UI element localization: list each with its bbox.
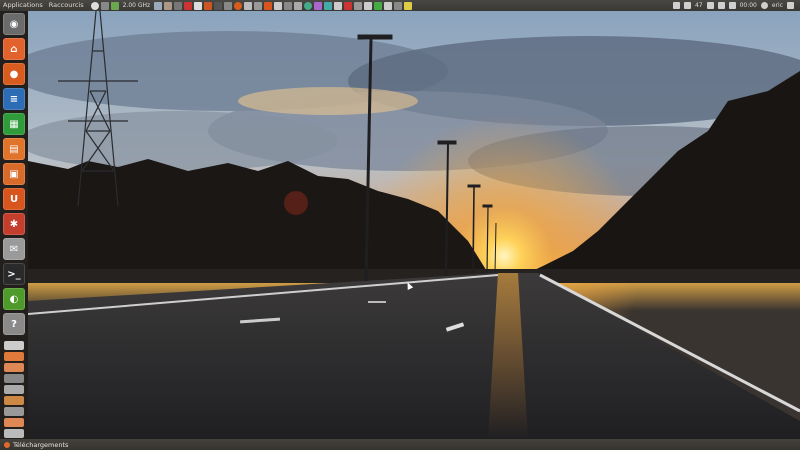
app-icon-16[interactable] [364,1,373,10]
mail-icon[interactable]: ✉ [3,238,25,260]
ubuntu-one-tray-icon[interactable] [264,1,273,10]
firefox-tray-icon[interactable] [234,1,243,10]
app-icon-13[interactable] [334,1,343,10]
chrome-icon[interactable] [304,1,313,10]
network-icon[interactable] [672,2,680,9]
software-center-icon[interactable]: ▣ [3,163,25,185]
stacked-icon[interactable] [4,396,24,405]
weather-icon[interactable] [154,1,163,10]
app-icon-10[interactable] [294,1,303,10]
shortcuts-menu[interactable]: Raccourcis [46,0,87,11]
volume-level: 47 [694,2,703,9]
app-icon-8[interactable] [274,1,283,10]
app-icon-20[interactable] [404,1,413,10]
settings-icon[interactable]: ✱ [3,213,25,235]
cpu-frequency: 2.00 GHz [122,2,151,9]
panel-tray: 2.00 GHz [90,0,413,11]
app-icon-6[interactable] [244,1,253,10]
home-folder-icon[interactable]: ⌂ [3,38,25,60]
app-icon-5[interactable] [224,1,233,10]
app-icon-14[interactable] [344,1,353,10]
files-icon[interactable] [164,1,173,10]
firefox-icon[interactable]: ● [3,63,25,85]
app-icon-4[interactable] [214,1,223,10]
power-icon[interactable] [90,1,99,10]
session-icon[interactable] [787,2,794,9]
impress-icon[interactable]: ▤ [3,138,25,160]
stacked-icon[interactable] [4,407,24,416]
stacked-icon[interactable] [4,352,24,361]
app-icon-15[interactable] [354,1,363,10]
status-area: 47 00:00 eric [672,0,800,11]
applications-menu[interactable]: Applications [0,0,46,11]
stacked-icon[interactable] [4,418,24,427]
stacked-icon[interactable] [4,363,24,372]
trash-icon[interactable] [4,429,24,438]
clock[interactable]: 00:00 [740,0,757,11]
top-panel: Applications Raccourcis 2.00 GHz 47 00:0… [0,0,800,11]
calc-icon[interactable]: ▦ [3,113,25,135]
cpu-icon[interactable] [110,1,119,10]
writer-icon[interactable]: ≡ [3,88,25,110]
app-icon-7[interactable] [254,1,263,10]
downloads-icon [4,441,10,448]
app-icon-3[interactable] [204,1,213,10]
ubuntu-one-icon[interactable]: U [3,188,25,210]
launcher: ◉ ⌂ ● ≡ ▦ ▤ ▣ U ✱ ✉ >_ ◐? [0,11,28,439]
user-name[interactable]: eric [772,0,783,11]
terminal-icon[interactable]: >_ [3,263,25,285]
app-icon-12[interactable] [324,1,333,10]
chat-icon[interactable] [706,2,714,9]
downloads-label: Téléchargements [13,440,69,449]
app-icon-17[interactable] [374,1,383,10]
app-icon-11[interactable] [314,1,323,10]
drive-icon[interactable] [174,1,183,10]
desktop-wallpaper [28,11,800,439]
app-icon-9[interactable] [284,1,293,10]
app-icon-18[interactable] [384,1,393,10]
mail-tray-icon[interactable] [717,2,725,9]
stacked-icon[interactable] [4,341,24,350]
battery-icon[interactable] [728,2,736,9]
help-icon[interactable]: ? [3,313,25,335]
volume-icon[interactable] [683,2,691,9]
user-icon[interactable] [760,2,768,9]
ubuntu-home-icon[interactable]: ◉ [3,13,25,35]
downloads-window-button[interactable]: Téléchargements [4,440,68,449]
bottom-taskbar: Téléchargements [0,439,800,450]
app-icon-2[interactable] [194,1,203,10]
nvidia-icon[interactable]: ◐ [3,288,25,310]
app-icon-1[interactable] [184,1,193,10]
app-icon-19[interactable] [394,1,403,10]
stacked-icon[interactable] [4,385,24,394]
sunset-road-photo [28,11,800,439]
stacked-icon[interactable] [4,374,24,383]
monitor-icon[interactable] [100,1,109,10]
